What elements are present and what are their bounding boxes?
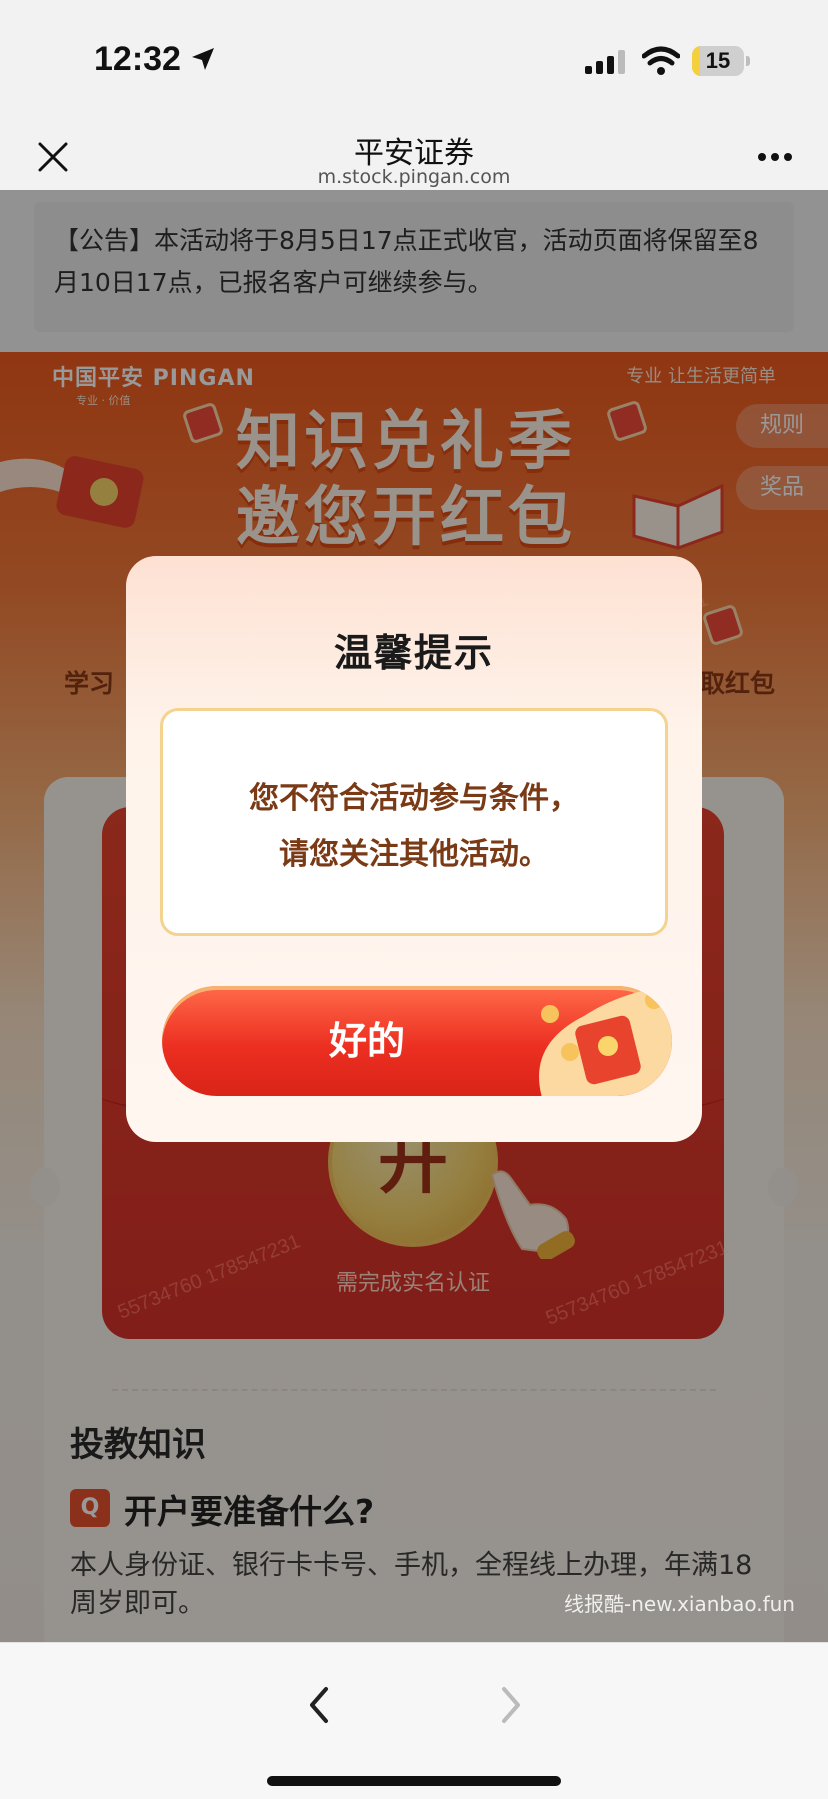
battery-level: 15 <box>705 48 731 73</box>
home-indicator[interactable] <box>267 1776 561 1786</box>
ok-button[interactable]: 好的 <box>162 986 672 1096</box>
warm-tip-dialog: 温馨提示 您不符合活动参与条件， 请您关注其他活动。 好的 <box>126 556 702 1142</box>
location-arrow-icon <box>192 48 214 70</box>
browser-nav-bar: 平安证券 m.stock.pingan.com <box>0 118 828 190</box>
dialog-message-line1: 您不符合活动参与条件， <box>249 781 579 816</box>
dialog-message-box: 您不符合活动参与条件， 请您关注其他活动。 <box>160 708 668 936</box>
browser-toolbar <box>0 1642 828 1799</box>
back-chevron-icon[interactable] <box>300 1685 340 1725</box>
battery-icon: 15 <box>692 46 750 76</box>
cellular-signal-icon <box>585 50 625 74</box>
site-watermark: 线报酷-new.xianbao.fun <box>564 1592 795 1616</box>
page-url: m.stock.pingan.com <box>317 166 511 188</box>
more-options-icon[interactable] <box>757 152 793 162</box>
status-bar: 12:32 15 <box>0 0 828 118</box>
clock: 12:32 <box>94 40 181 78</box>
dialog-message-line2: 请您关注其他活动。 <box>279 837 549 872</box>
forward-chevron-icon[interactable] <box>490 1685 530 1725</box>
wifi-icon <box>642 46 680 75</box>
dialog-title: 温馨提示 <box>333 631 494 675</box>
red-envelope-decoration-icon <box>539 986 672 1096</box>
